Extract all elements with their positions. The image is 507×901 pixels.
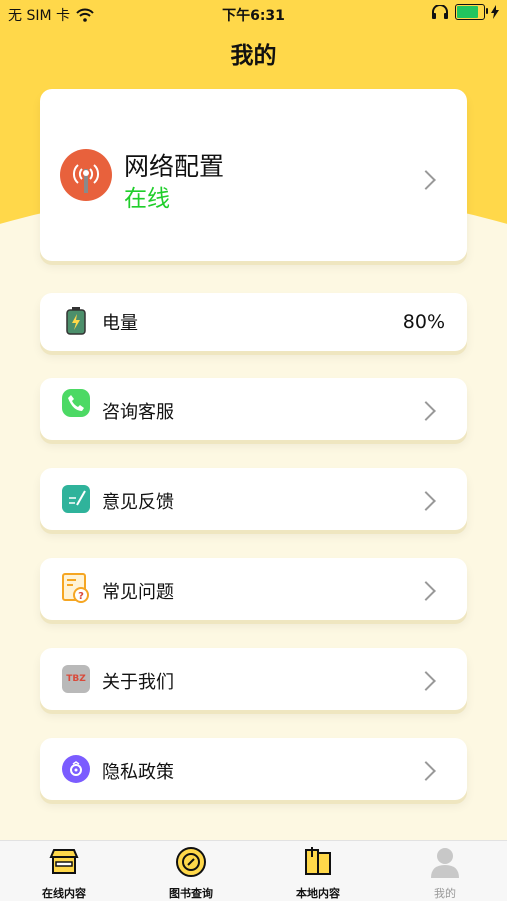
privacy-row[interactable]: 隐私政策 — [40, 738, 467, 800]
customer-service-row[interactable]: 咨询客服 — [40, 378, 467, 440]
page-title: 我的 — [230, 43, 277, 69]
feedback-label: 意见反馈 — [102, 492, 174, 513]
tbz-logo-text: TBZ — [66, 674, 86, 684]
tab-online-content[interactable]: 在线内容 — [14, 845, 114, 901]
tab-book-search-label: 图书查询 — [169, 887, 213, 900]
compass-icon — [176, 847, 206, 877]
network-config-card[interactable]: 网络配置 在线 — [40, 89, 467, 261]
faq-label: 常见问题 — [102, 582, 174, 603]
tab-online-content-label: 在线内容 — [42, 887, 86, 900]
store-icon — [49, 849, 79, 874]
charging-icon — [491, 5, 499, 19]
tab-profile-label: 我的 — [434, 887, 456, 900]
tbz-logo-icon: TBZ — [62, 665, 90, 693]
battery-row: 电量 80% — [40, 293, 467, 351]
chevron-right-icon — [416, 491, 436, 511]
network-config-title: 网络配置 — [124, 152, 225, 181]
privacy-icon — [62, 755, 90, 783]
faq-row[interactable]: ? 常见问题 — [40, 558, 467, 620]
battery-label: 电量 — [102, 313, 138, 334]
about-us-label: 关于我们 — [102, 672, 174, 693]
battery-level-icon — [62, 307, 90, 335]
feedback-row[interactable]: 意见反馈 — [40, 468, 467, 530]
feedback-icon — [62, 485, 90, 513]
battery-value: 80% — [402, 311, 445, 333]
battery-icon — [455, 4, 488, 20]
tab-local-content[interactable]: 本地内容 — [268, 845, 368, 901]
profile-icon — [431, 848, 459, 878]
phone-icon — [62, 389, 90, 417]
chevron-right-icon — [416, 761, 436, 781]
chevron-right-icon — [416, 401, 436, 421]
antenna-icon — [60, 149, 112, 201]
svg-text:?: ? — [78, 591, 84, 602]
customer-service-label: 咨询客服 — [102, 402, 174, 423]
chevron-right-icon — [416, 581, 436, 601]
network-status: 在线 — [124, 186, 170, 212]
about-us-row[interactable]: TBZ 关于我们 — [40, 648, 467, 710]
tab-local-content-label: 本地内容 — [296, 887, 340, 900]
tab-book-search[interactable]: 图书查询 — [141, 845, 241, 901]
chevron-right-icon — [416, 671, 436, 691]
book-icon — [305, 847, 331, 875]
privacy-label: 隐私政策 — [102, 762, 174, 783]
status-bar: 无 SIM 卡 下午6:31 — [0, 0, 507, 28]
faq-icon: ? — [62, 573, 90, 603]
tab-bar: 在线内容 图书查询 本地内容 我的 — [0, 840, 507, 901]
chevron-right-icon — [416, 170, 436, 190]
tab-profile[interactable]: 我的 — [395, 845, 495, 901]
headphones-icon — [432, 5, 448, 19]
